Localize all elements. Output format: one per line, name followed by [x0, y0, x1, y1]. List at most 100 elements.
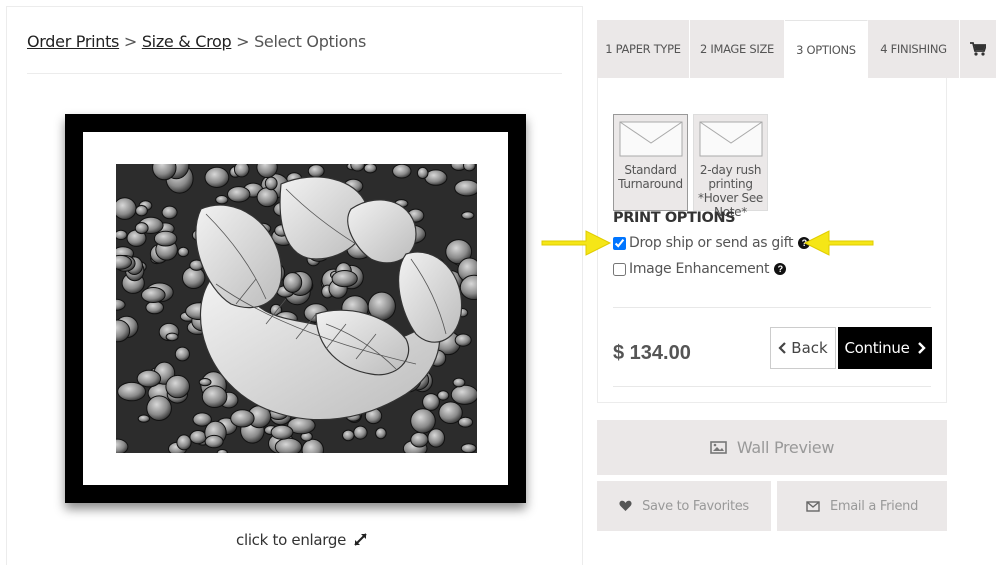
pebble	[461, 211, 475, 220]
pebble	[264, 176, 278, 191]
pebble	[460, 443, 477, 453]
pebble	[177, 246, 190, 258]
breadcrumb-separator: >	[236, 32, 250, 51]
drop-ship-label: Drop ship or send as gift	[629, 235, 794, 251]
cart-icon	[970, 42, 986, 56]
pebble	[201, 385, 228, 408]
pebble	[457, 416, 474, 428]
print-options-heading: PRINT OPTIONS	[613, 210, 736, 226]
wall-preview-label: Wall Preview	[736, 438, 835, 457]
tab-options[interactable]: 3 OPTIONS	[785, 20, 868, 78]
pebble	[204, 434, 224, 449]
price-total: $ 134.00	[613, 342, 691, 364]
pebble	[165, 332, 179, 342]
pebble	[233, 164, 250, 178]
pebble	[135, 205, 148, 217]
annotation-arrow-left-icon	[803, 230, 874, 256]
expand-arrows-icon	[353, 533, 367, 546]
heart-icon	[619, 500, 632, 511]
pebble	[454, 333, 472, 347]
breadcrumb-current: Select Options	[254, 32, 367, 51]
breadcrumb: Order Prints > Size & Crop > Select Opti…	[27, 32, 366, 51]
pebble	[454, 179, 477, 197]
image-enhancement-checkbox[interactable]	[613, 262, 626, 276]
turnaround-standard-label: Standard Turnaround	[618, 163, 683, 191]
pebble	[375, 427, 387, 440]
pebble	[198, 378, 212, 387]
pebble	[141, 287, 166, 303]
leaf-photo	[116, 164, 477, 453]
tab-paper-type[interactable]: 1 PAPER TYPE	[597, 20, 690, 78]
back-button[interactable]: Back	[770, 327, 836, 369]
chevron-right-icon	[917, 342, 926, 354]
print-mat	[83, 132, 508, 485]
pebble	[363, 164, 377, 174]
pebble	[146, 395, 172, 421]
pebble	[427, 428, 446, 448]
divider	[613, 386, 931, 387]
pebble	[216, 449, 228, 453]
continue-label: Continue	[844, 339, 910, 357]
pebble	[422, 393, 440, 411]
save-favorites-label: Save to Favorites	[642, 498, 749, 514]
pebble	[174, 346, 191, 362]
enlarge-label: click to enlarge	[236, 531, 347, 549]
save-favorites-button[interactable]: Save to Favorites	[597, 481, 771, 531]
breadcrumb-order-prints[interactable]: Order Prints	[27, 32, 119, 51]
image-enhancement-option[interactable]: Image Enhancement ?	[613, 261, 787, 277]
pebble	[353, 425, 368, 440]
pebble	[256, 187, 279, 208]
pebble	[204, 166, 230, 188]
turnaround-rush[interactable]: 2-day rush printing *Hover See Note*	[693, 114, 768, 219]
pebble	[274, 437, 303, 453]
pebble	[116, 229, 128, 241]
pebble	[463, 164, 476, 172]
help-icon[interactable]: ?	[774, 263, 787, 275]
divider	[613, 307, 931, 308]
pebble	[137, 414, 151, 423]
pebble	[410, 408, 436, 434]
pebble	[416, 166, 429, 180]
pebble	[227, 186, 251, 203]
framed-print-preview[interactable]	[65, 114, 526, 503]
envelope-icon	[806, 500, 820, 512]
pebble	[331, 270, 358, 288]
tab-image-size[interactable]: 2 IMAGE SIZE	[690, 20, 785, 78]
pebble	[230, 409, 255, 428]
click-to-enlarge[interactable]: click to enlarge	[236, 531, 367, 549]
chevron-left-icon	[778, 342, 787, 354]
pebble	[134, 222, 149, 235]
pebble	[392, 164, 412, 179]
tab-cart[interactable]	[960, 20, 997, 78]
pebble	[145, 300, 165, 315]
pebble	[410, 431, 429, 448]
envelope-icon	[619, 121, 682, 157]
tab-finishing[interactable]: 4 FINISHING	[868, 20, 960, 78]
drop-ship-option[interactable]: Drop ship or send as gift ?	[613, 235, 811, 251]
pebble	[307, 164, 325, 178]
drop-ship-checkbox[interactable]	[613, 236, 626, 250]
pebble	[176, 434, 192, 451]
wall-preview-button[interactable]: Wall Preview	[597, 420, 947, 475]
options-panel: Standard Turnaround 2-day rush printing …	[597, 78, 947, 403]
pebble	[270, 424, 294, 440]
back-label: Back	[791, 339, 828, 357]
image-preview-panel: Order Prints > Size & Crop > Select Opti…	[6, 6, 583, 565]
pebble	[342, 429, 355, 442]
pebble	[215, 195, 229, 205]
pebble	[153, 230, 178, 247]
pebble	[165, 374, 191, 399]
pebble	[116, 197, 137, 220]
email-friend-button[interactable]: Email a Friend	[777, 481, 947, 531]
pebble	[282, 272, 303, 293]
continue-button[interactable]: Continue	[838, 327, 932, 369]
pebble	[437, 390, 450, 401]
breadcrumb-size-crop[interactable]: Size & Crop	[142, 32, 232, 51]
turnaround-standard[interactable]: Standard Turnaround	[613, 114, 688, 211]
pebble	[189, 430, 207, 445]
order-steps-tabs: 1 PAPER TYPE 2 IMAGE SIZE 3 OPTIONS 4 FI…	[597, 20, 997, 78]
breadcrumb-separator: >	[123, 32, 138, 51]
divider	[27, 73, 562, 74]
image-icon	[710, 441, 727, 454]
pebble	[161, 205, 178, 220]
